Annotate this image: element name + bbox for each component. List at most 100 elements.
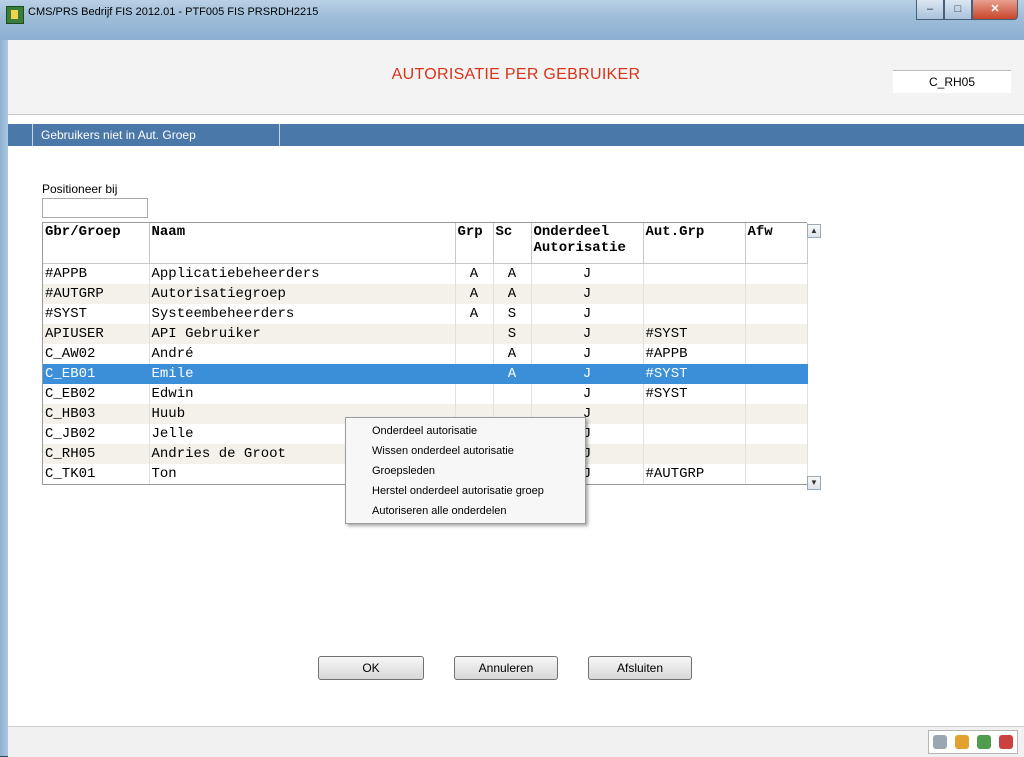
cancel-button[interactable]: Annuleren	[454, 656, 558, 680]
column-header-user[interactable]: Gbr/Groep	[43, 223, 150, 264]
cell-auth-group: #APPB	[643, 344, 746, 364]
scroll-up-button[interactable]: ▲	[807, 224, 821, 238]
cell-deviation	[745, 344, 808, 364]
help-icon[interactable]	[999, 735, 1013, 749]
screen-code: C_RH05	[893, 70, 1011, 93]
cell-auth-group: #SYST	[643, 364, 746, 384]
table-row[interactable]: #AUTGRP Autorisatiegroep A A J	[43, 284, 808, 304]
page-header: AUTORISATIE PER GEBRUIKER C_RH05	[8, 40, 1024, 115]
cell-user: C_TK01	[43, 464, 150, 484]
cell-deviation	[745, 464, 808, 484]
cell-user: APIUSER	[43, 324, 150, 344]
cell-part-auth: J	[531, 344, 644, 364]
table-row-selected[interactable]: C_EB01 Emile A J #SYST	[43, 364, 808, 384]
cell-sc: A	[493, 263, 532, 284]
column-header-auth-group[interactable]: Aut.Grp	[643, 223, 746, 264]
menu-item-part-authorization[interactable]: Onderdeel autorisatie	[346, 421, 585, 441]
position-label: Positioneer bij	[42, 182, 118, 196]
cell-user: C_AW02	[43, 344, 150, 364]
menu-item-restore-group-authorization[interactable]: Herstel onderdeel autorisatie groep	[346, 481, 585, 501]
menu-item-clear-part-authorization[interactable]: Wissen onderdeel autorisatie	[346, 441, 585, 461]
cell-auth-group	[643, 404, 746, 424]
cell-sc: A	[493, 284, 532, 304]
ok-button[interactable]: OK	[318, 656, 424, 680]
cell-name: API Gebruiker	[149, 324, 456, 344]
close-button[interactable]: Afsluiten	[588, 656, 692, 680]
table-row[interactable]: C_AW02 André A J #APPB	[43, 344, 808, 364]
cell-group: A	[455, 263, 494, 284]
window-titlebar[interactable]: CMS/PRS Bedrijf FIS 2012.01 - PTF005 FIS…	[0, 0, 1024, 40]
status-icon-tray	[928, 730, 1018, 754]
cell-name: Applicatiebeheerders	[149, 263, 456, 284]
cell-user: #AUTGRP	[43, 284, 150, 304]
scroll-down-button[interactable]: ▼	[807, 476, 821, 490]
tab-label: Gebruikers niet in Aut. Groep	[41, 128, 196, 142]
cell-auth-group: #AUTGRP	[643, 464, 746, 484]
table-row[interactable]: C_EB02 Edwin J #SYST	[43, 384, 808, 404]
cell-auth-group: #SYST	[643, 384, 746, 404]
cell-deviation	[745, 263, 808, 284]
close-window-button[interactable]: ✕	[972, 0, 1018, 20]
column-header-sc[interactable]: Sc	[493, 223, 532, 264]
tab-users-not-in-group[interactable]: Gebruikers niet in Aut. Groep	[32, 124, 280, 146]
cell-auth-group	[643, 444, 746, 464]
cell-user: C_RH05	[43, 444, 150, 464]
cell-sc	[493, 384, 532, 404]
menu-item-authorize-all-parts[interactable]: Autoriseren alle onderdelen	[346, 501, 585, 521]
cell-sc: S	[493, 304, 532, 324]
cell-deviation	[745, 364, 808, 384]
cell-user: #APPB	[43, 263, 150, 284]
cell-part-auth: J	[531, 304, 644, 324]
cell-sc: A	[493, 344, 532, 364]
cell-deviation	[745, 304, 808, 324]
cell-deviation	[745, 444, 808, 464]
application-window: CMS/PRS Bedrijf FIS 2012.01 - PTF005 FIS…	[0, 0, 1024, 757]
page-title: AUTORISATIE PER GEBRUIKER	[391, 66, 641, 83]
cell-name: André	[149, 344, 456, 364]
user-icon[interactable]	[977, 735, 991, 749]
cell-auth-group	[643, 263, 746, 284]
cell-group: A	[455, 284, 494, 304]
cell-auth-group	[643, 284, 746, 304]
cell-name: Autorisatiegroep	[149, 284, 456, 304]
table-row[interactable]: #SYST Systeembeheerders A S J	[43, 304, 808, 324]
table-row[interactable]: APIUSER API Gebruiker S J #SYST	[43, 324, 808, 344]
column-header-deviation[interactable]: Afw	[745, 223, 808, 264]
status-bar	[8, 726, 1024, 757]
tools-icon[interactable]	[933, 735, 947, 749]
cell-part-auth: J	[531, 324, 644, 344]
maximize-button[interactable]: □	[944, 0, 972, 20]
cell-deviation	[745, 404, 808, 424]
column-header-part-auth[interactable]: Onderdeel Autorisatie	[531, 223, 644, 264]
cell-part-auth: J	[531, 284, 644, 304]
cell-name: Edwin	[149, 384, 456, 404]
cell-auth-group	[643, 304, 746, 324]
cell-name: Emile	[149, 364, 456, 384]
cell-auth-group: #SYST	[643, 324, 746, 344]
minimize-button[interactable]: –	[916, 0, 944, 20]
cell-sc: A	[493, 364, 532, 384]
client-area: AUTORISATIE PER GEBRUIKER C_RH05 Gebruik…	[8, 40, 1024, 757]
cell-user: C_HB03	[43, 404, 150, 424]
window-title: CMS/PRS Bedrijf FIS 2012.01 - PTF005 FIS…	[28, 6, 319, 18]
menu-item-group-members[interactable]: Groepsleden	[346, 461, 585, 481]
context-menu: Onderdeel autorisatie Wissen onderdeel a…	[345, 417, 586, 524]
column-header-group[interactable]: Grp	[455, 223, 494, 264]
cell-group	[455, 364, 494, 384]
cell-name: Systeembeheerders	[149, 304, 456, 324]
pin-icon[interactable]	[955, 735, 969, 749]
cell-part-auth: J	[531, 384, 644, 404]
cell-group	[455, 384, 494, 404]
cell-deviation	[745, 384, 808, 404]
cell-sc: S	[493, 324, 532, 344]
cell-user: C_JB02	[43, 424, 150, 444]
table-row[interactable]: #APPB Applicatiebeheerders A A J	[43, 263, 808, 284]
window-controls: – □ ✕	[916, 0, 1018, 20]
cell-group: A	[455, 304, 494, 324]
position-input[interactable]	[42, 198, 148, 218]
cell-group	[455, 324, 494, 344]
cell-user: C_EB01	[43, 364, 150, 384]
column-header-name[interactable]: Naam	[149, 223, 456, 264]
cell-auth-group	[643, 424, 746, 444]
grid-header-row: Gbr/Groep Naam Grp Sc Onderdeel Autorisa…	[43, 223, 808, 264]
